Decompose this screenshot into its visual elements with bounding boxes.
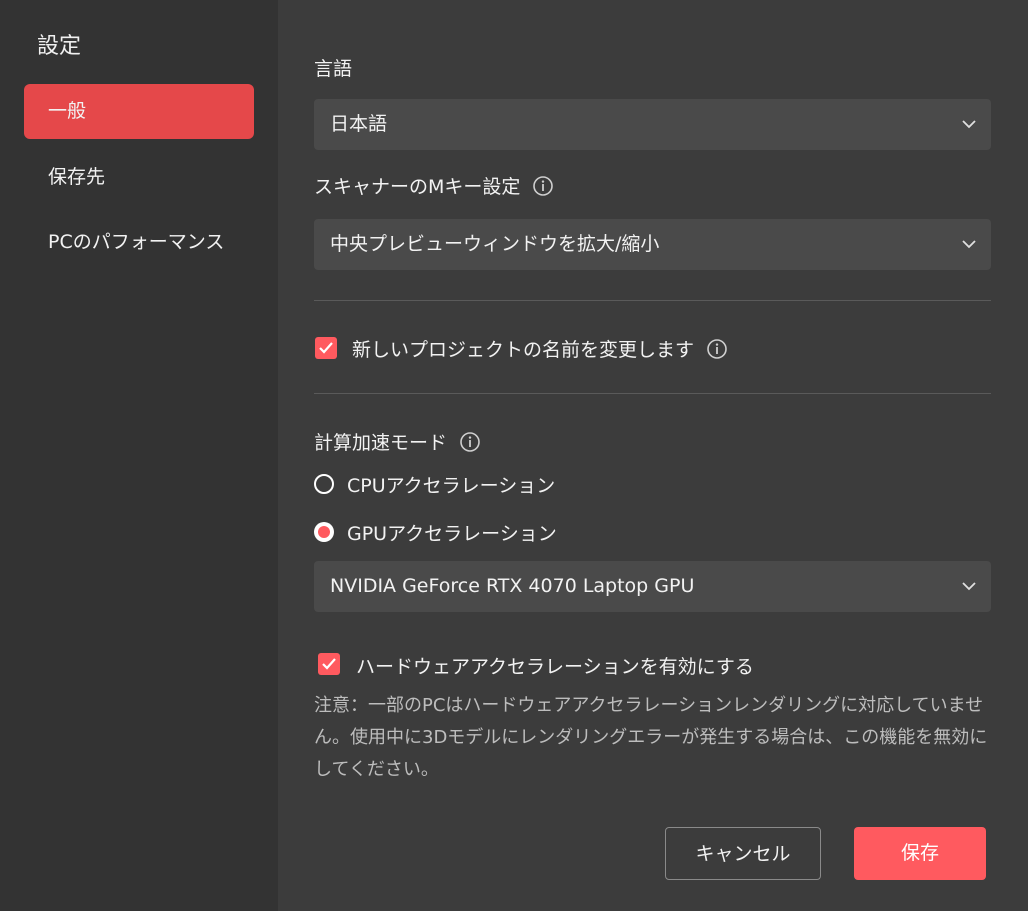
- hardware-acceleration-checkbox[interactable]: [318, 653, 340, 675]
- scanner-label: スキャナーのMキー設定: [314, 172, 554, 199]
- rename-project-label: 新しいプロジェクトの名前を変更します: [352, 335, 728, 362]
- divider: [314, 300, 991, 301]
- language-select-value: 日本語: [330, 113, 388, 135]
- divider: [314, 393, 991, 394]
- sidebar-item-save-location[interactable]: 保存先: [24, 150, 254, 205]
- chevron-down-icon: [962, 582, 976, 591]
- hardware-acceleration-note: 注意：一部のPCはハードウェアアクセラレーションレンダリングに対応していません。…: [314, 695, 988, 780]
- gpu-select[interactable]: NVIDIA GeForce RTX 4070 Laptop GPU: [314, 561, 991, 612]
- sidebar-title: 設定: [37, 34, 82, 59]
- scanner-label-text: スキャナーのMキー設定: [314, 176, 521, 198]
- cpu-acceleration-radio[interactable]: [314, 474, 334, 494]
- check-icon: [319, 342, 333, 354]
- language-select[interactable]: 日本語: [314, 99, 991, 150]
- sidebar-item-general[interactable]: 一般: [24, 84, 254, 139]
- check-icon: [322, 658, 336, 670]
- hardware-acceleration-label[interactable]: ハードウェアアクセラレーションを有効にする: [356, 652, 754, 679]
- gpu-select-value: NVIDIA GeForce RTX 4070 Laptop GPU: [330, 575, 695, 597]
- scanner-select[interactable]: 中央プレビューウィンドウを拡大/縮小: [314, 219, 991, 270]
- settings-panel: 言語 日本語 スキャナーのMキー設定 中央プレビューウィンドウを拡大/縮小 新し…: [278, 0, 1028, 911]
- info-icon[interactable]: [706, 338, 728, 360]
- cancel-button[interactable]: キャンセル: [665, 827, 821, 880]
- sidebar-item-pc-performance[interactable]: PCのパフォーマンス: [24, 215, 254, 270]
- chevron-down-icon: [962, 240, 976, 249]
- language-label: 言語: [314, 54, 352, 81]
- chevron-down-icon: [962, 120, 976, 129]
- acceleration-label: 計算加速モード: [314, 428, 481, 455]
- rename-project-label-text: 新しいプロジェクトの名前を変更します: [352, 339, 695, 361]
- save-button[interactable]: 保存: [854, 827, 986, 880]
- sidebar: 設定 一般 保存先 PCのパフォーマンス: [0, 0, 278, 911]
- rename-project-checkbox[interactable]: [315, 337, 337, 359]
- gpu-acceleration-radio[interactable]: [314, 522, 334, 542]
- gpu-acceleration-label[interactable]: GPUアクセラレーション: [347, 519, 557, 546]
- language-label-text: 言語: [314, 58, 353, 80]
- acceleration-label-text: 計算加速モード: [314, 432, 448, 454]
- cpu-acceleration-label[interactable]: CPUアクセラレーション: [347, 471, 555, 498]
- info-icon[interactable]: [532, 175, 554, 197]
- info-icon[interactable]: [459, 431, 481, 453]
- scanner-select-value: 中央プレビューウィンドウを拡大/縮小: [330, 233, 660, 255]
